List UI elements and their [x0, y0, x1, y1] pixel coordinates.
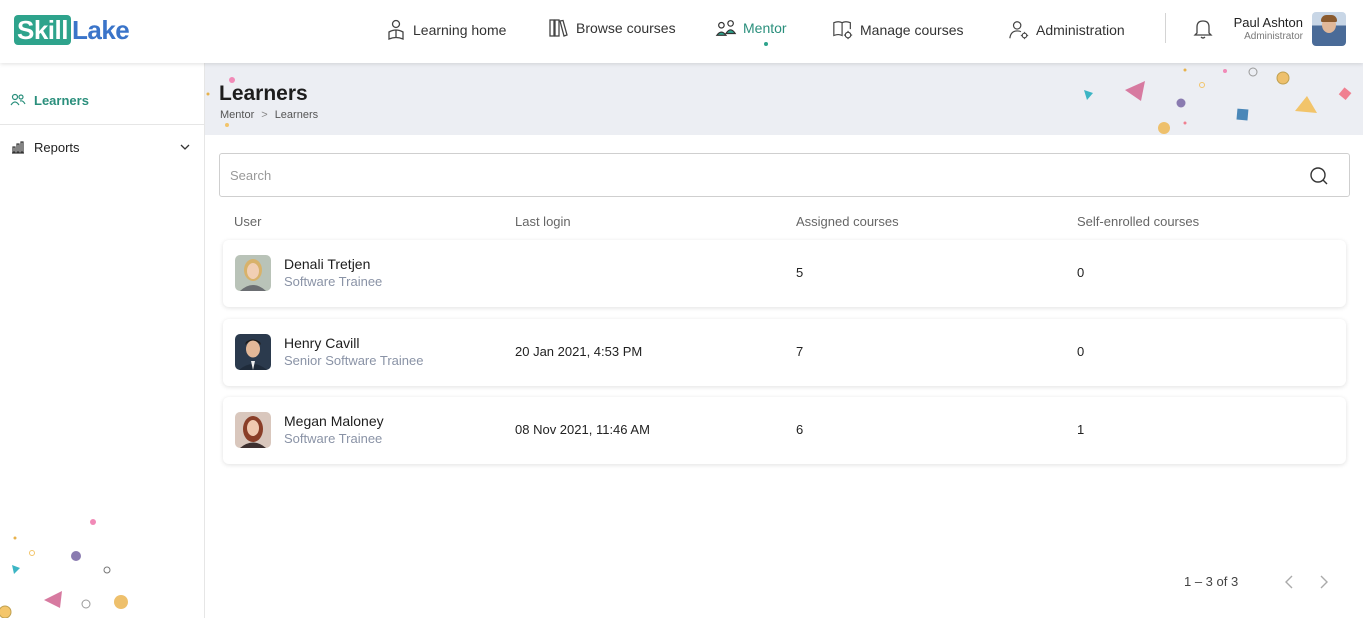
self-enrolled-courses-cell: 1: [1077, 422, 1085, 437]
chevron-down-icon[interactable]: [179, 141, 191, 153]
nav-mentor[interactable]: Mentor: [715, 14, 787, 42]
search-input[interactable]: [230, 165, 1300, 185]
nav-learning-home-label: Learning home: [413, 22, 507, 38]
header-divider: [1165, 13, 1166, 43]
skilllake-logo[interactable]: Skill Lake: [14, 14, 130, 46]
confetti-decoration: [0, 519, 128, 618]
search-box: [219, 153, 1350, 197]
column-header-assigned-courses[interactable]: Assigned courses: [796, 214, 899, 229]
manage-courses-icon: [832, 19, 854, 41]
nav-administration-label: Administration: [1036, 22, 1125, 38]
users-icon: [10, 92, 26, 108]
page-header-banner: Learners Mentor > Learners: [205, 63, 1363, 135]
column-header-last-login[interactable]: Last login: [515, 214, 571, 229]
search-icon[interactable]: [1309, 166, 1329, 186]
top-header: Skill Lake Learning home Browse courses M…: [0, 0, 1363, 63]
table-row[interactable]: Henry Cavill Senior Software Trainee 20 …: [223, 319, 1346, 386]
pagination-range-label: 1 – 3 of 3: [1184, 574, 1239, 589]
sidebar-item-reports[interactable]: Reports: [0, 124, 205, 170]
books-icon: [548, 17, 570, 39]
learner-icon: [385, 19, 407, 41]
nav-mentor-label: Mentor: [743, 20, 787, 36]
sidebar-item-label: Reports: [34, 139, 80, 155]
self-enrolled-courses-cell: 0: [1077, 265, 1085, 280]
column-header-self-enrolled-courses[interactable]: Self-enrolled courses: [1077, 214, 1199, 229]
last-login-cell: 20 Jan 2021, 4:53 PM: [515, 344, 643, 359]
column-header-user[interactable]: User: [234, 214, 261, 229]
mentor-icon: [715, 17, 737, 39]
last-login-cell: 08 Nov 2021, 11:46 AM: [515, 422, 650, 437]
chevron-left-icon[interactable]: [1282, 574, 1296, 590]
learner-name: Denali Tretjen: [284, 256, 371, 272]
banner-confetti-decoration: [206, 67, 1352, 134]
learner-title: Software Trainee: [284, 274, 383, 289]
logo-skill-text: Skill: [14, 15, 71, 45]
learner-name: Megan Maloney: [284, 413, 384, 429]
notification-bell-icon[interactable]: [1193, 18, 1213, 40]
sidebar-item-learners[interactable]: Learners: [0, 77, 205, 123]
bar-chart-icon: [10, 139, 26, 155]
logo-lake-text: Lake: [71, 14, 130, 45]
learner-name: Henry Cavill: [284, 335, 360, 351]
table-row[interactable]: Megan Maloney Software Trainee 08 Nov 20…: [223, 397, 1346, 464]
user-role: Administrator: [1244, 31, 1303, 42]
assigned-courses-cell: 6: [796, 422, 804, 437]
nav-learning-home[interactable]: Learning home: [385, 16, 506, 44]
sidebar-item-label: Learners: [34, 92, 89, 108]
user-avatar[interactable]: [1312, 12, 1346, 46]
learner-title: Software Trainee: [284, 431, 383, 446]
nav-browse-courses-label: Browse courses: [576, 20, 676, 36]
learner-avatar: [235, 255, 271, 291]
user-name: Paul Ashton: [1233, 15, 1303, 30]
self-enrolled-courses-cell: 0: [1077, 344, 1085, 359]
table-row[interactable]: Denali Tretjen Software Trainee 5 0: [223, 240, 1346, 307]
user-info[interactable]: Paul Ashton Administrator: [1234, 15, 1303, 42]
learner-avatar: [235, 412, 271, 448]
admin-user-gear-icon: [1008, 19, 1030, 41]
assigned-courses-cell: 5: [796, 265, 804, 280]
learner-title: Senior Software Trainee: [284, 353, 424, 368]
learner-avatar: [235, 334, 271, 370]
nav-browse-courses[interactable]: Browse courses: [548, 14, 676, 42]
nav-manage-courses[interactable]: Manage courses: [832, 16, 964, 44]
active-nav-indicator: [764, 42, 768, 46]
assigned-courses-cell: 7: [796, 344, 804, 359]
sidebar: Learners Reports: [0, 63, 205, 618]
nav-manage-courses-label: Manage courses: [860, 22, 964, 38]
nav-administration[interactable]: Administration: [1008, 16, 1125, 44]
chevron-right-icon[interactable]: [1317, 574, 1331, 590]
